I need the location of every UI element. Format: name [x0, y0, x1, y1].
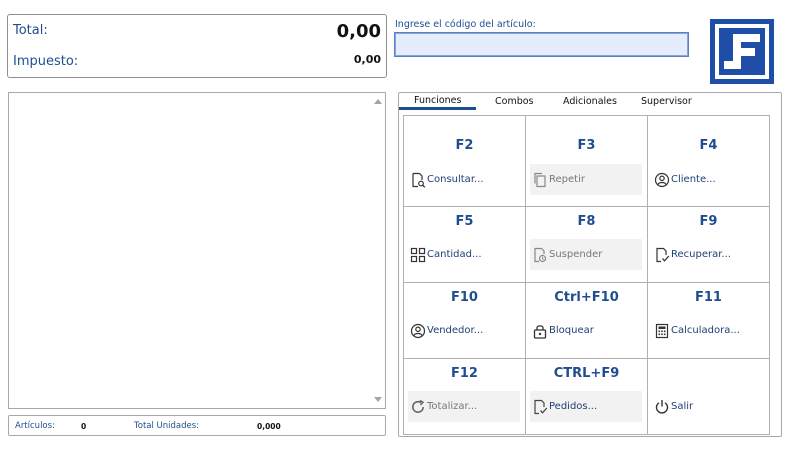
function-cell-f10[interactable]: F10 Vendedor... [404, 283, 526, 359]
articles-count: 0 [81, 422, 87, 431]
orders-button[interactable]: Pedidos... [530, 391, 642, 422]
suspend-label: Suspender [549, 249, 603, 260]
user-icon [654, 172, 670, 187]
function-key: F3 [577, 138, 596, 153]
tab-supervisor[interactable]: Supervisor [641, 96, 692, 107]
units-label: Total Unidades: [134, 421, 200, 431]
scroll-down-icon[interactable] [374, 397, 382, 402]
totals-panel: Total: 0,00 Impuesto: 0,00 [7, 14, 387, 78]
tab-combos[interactable]: Combos [495, 96, 534, 107]
seller-label: Vendedor... [427, 325, 484, 336]
suspend-button[interactable]: Suspender [530, 239, 642, 270]
function-cell-f8[interactable]: F8 Suspender [526, 207, 648, 283]
items-scrollbar[interactable] [369, 93, 385, 408]
function-cell-ctrl-f9[interactable]: CTRL+F9 Pedidos... [526, 359, 648, 434]
brand-logo-icon [710, 19, 774, 84]
copy-icon [534, 172, 546, 187]
search-doc-icon [412, 172, 426, 188]
function-grid: F2 Consultar... F3 Repetir F4 Cliente...… [403, 115, 770, 435]
scroll-up-icon[interactable] [374, 99, 382, 104]
tab-adicionales[interactable]: Adicionales [563, 96, 617, 107]
functions-panel: Funciones Combos Adicionales Supervisor … [398, 92, 782, 437]
tab-funciones[interactable]: Funciones [399, 95, 477, 110]
function-cell-exit[interactable]: Salir [648, 359, 769, 434]
check-doc-icon [534, 399, 548, 414]
exit-button[interactable]: Salir [652, 391, 764, 422]
lock-icon [533, 324, 547, 339]
function-cell-f9[interactable]: F9 Recuperar... [648, 207, 769, 283]
tax-label: Impuesto: [13, 54, 79, 69]
seller-button[interactable]: Vendedor... [408, 315, 520, 346]
function-key: F2 [455, 138, 474, 153]
consult-label: Consultar... [427, 174, 484, 185]
quantity-label: Cantidad... [427, 249, 482, 260]
function-key: F4 [699, 138, 718, 153]
function-cell-f4[interactable]: F4 Cliente... [648, 116, 769, 207]
summary-bar: Artículos: 0 Total Unidades: 0,000 [8, 415, 386, 436]
totalize-label: Totalizar... [427, 401, 478, 412]
article-code-input[interactable] [394, 32, 689, 57]
pause-doc-icon [534, 247, 547, 262]
article-code-label: Ingrese el código del artículo: [395, 19, 536, 30]
function-key: F8 [577, 214, 596, 229]
lock-label: Bloquear [549, 325, 594, 336]
articles-label: Artículos: [15, 421, 55, 431]
function-cell-f3[interactable]: F3 Repetir [526, 116, 648, 207]
function-cell-ctrl-f10[interactable]: Ctrl+F10 Bloquear [526, 283, 648, 359]
recover-label: Recuperar... [671, 249, 731, 260]
total-label: Total: [13, 23, 48, 38]
check-doc-icon [656, 247, 670, 262]
user-icon [410, 323, 426, 338]
grid-icon [410, 247, 426, 262]
power-icon [655, 399, 669, 414]
consult-button[interactable]: Consultar... [408, 164, 520, 195]
exit-label: Salir [671, 401, 694, 412]
function-cell-f2[interactable]: F2 Consultar... [404, 116, 526, 207]
function-key: F10 [451, 290, 478, 305]
calculator-button[interactable]: Calculadora... [652, 315, 764, 346]
tab-bar: Funciones Combos Adicionales Supervisor [399, 93, 781, 111]
orders-label: Pedidos... [549, 401, 598, 412]
calculator-label: Calculadora... [671, 325, 740, 336]
total-value: 0,00 [336, 21, 381, 42]
items-list[interactable] [8, 92, 386, 409]
brand-logo [710, 19, 774, 84]
function-key: F5 [455, 214, 474, 229]
repeat-button[interactable]: Repetir [530, 164, 642, 195]
repeat-label: Repetir [549, 174, 585, 185]
recover-button[interactable]: Recuperar... [652, 239, 764, 270]
client-button[interactable]: Cliente... [652, 164, 764, 195]
function-key: CTRL+F9 [553, 366, 620, 381]
totalize-button[interactable]: Totalizar... [408, 391, 520, 422]
function-cell-f5[interactable]: F5 Cantidad... [404, 207, 526, 283]
function-key: F11 [695, 290, 722, 305]
calculator-icon [655, 323, 669, 338]
tax-value: 0,00 [353, 53, 381, 66]
function-key: F9 [699, 214, 718, 229]
function-key: F12 [451, 366, 478, 381]
client-label: Cliente... [671, 174, 716, 185]
lock-button[interactable]: Bloquear [530, 315, 642, 346]
function-cell-f12[interactable]: F12 Totalizar... [404, 359, 526, 434]
refresh-icon [412, 399, 425, 413]
quantity-button[interactable]: Cantidad... [408, 239, 520, 270]
function-key: Ctrl+F10 [554, 290, 619, 305]
units-total: 0,000 [257, 422, 281, 431]
function-cell-f11[interactable]: F11 Calculadora... [648, 283, 769, 359]
